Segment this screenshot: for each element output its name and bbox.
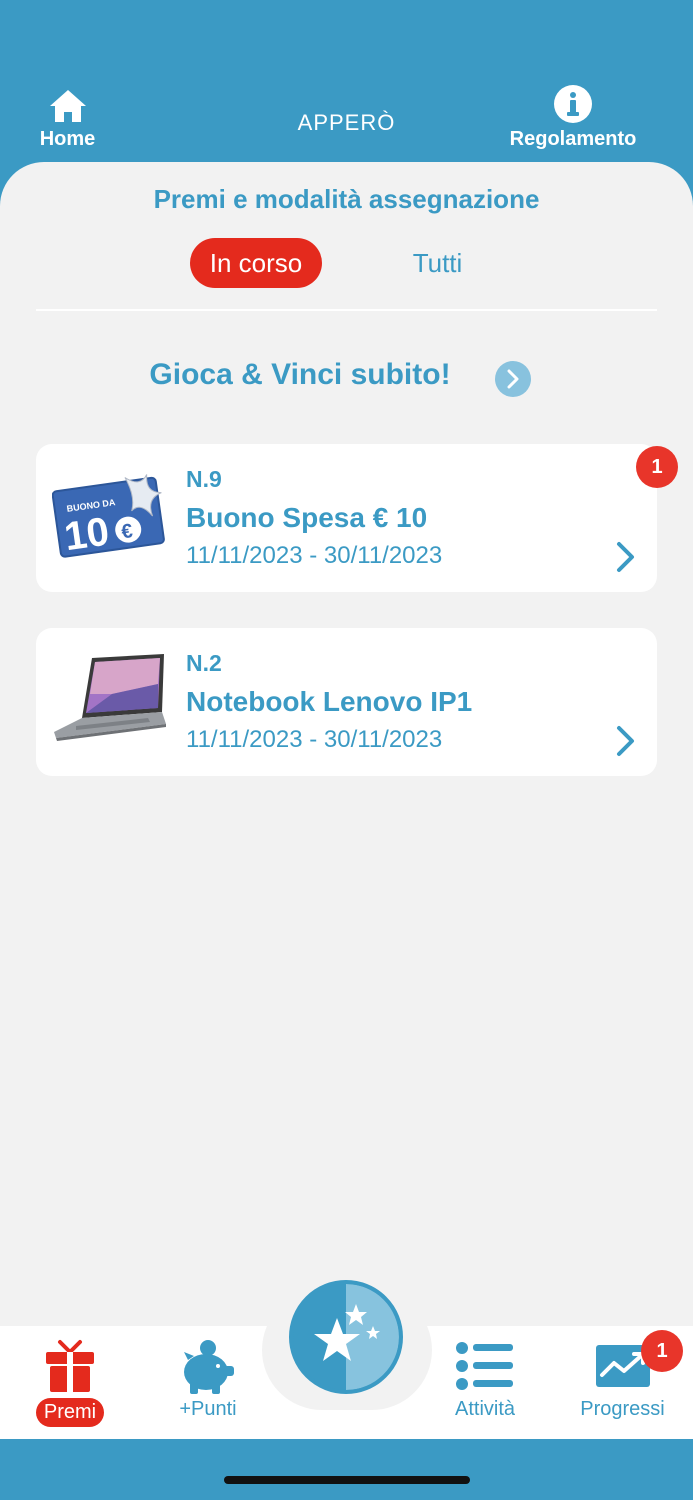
play-win-button[interactable] bbox=[495, 361, 531, 397]
gift-icon bbox=[46, 1340, 94, 1392]
info-icon bbox=[554, 85, 592, 123]
footer-bar bbox=[0, 1439, 693, 1500]
divider bbox=[36, 309, 657, 311]
notification-badge: 1 bbox=[641, 1330, 683, 1372]
home-indicator[interactable] bbox=[224, 1476, 470, 1484]
nav-progressi[interactable]: Progressi 1 bbox=[565, 1326, 683, 1439]
nav-attivita[interactable]: Attività bbox=[435, 1326, 535, 1439]
notification-badge: 1 bbox=[636, 446, 678, 488]
nav-punti-label: +Punti bbox=[179, 1398, 237, 1420]
voucher-image: BUONO DA 10 € bbox=[52, 474, 165, 560]
center-play-button[interactable] bbox=[289, 1280, 403, 1394]
nav-attivita-label: Attività bbox=[454, 1398, 516, 1420]
nav-premi-label: Premi bbox=[35, 1398, 105, 1427]
nav-premi[interactable]: Premi bbox=[20, 1326, 120, 1439]
prize-dates: 11/11/2023 - 30/11/2023 bbox=[186, 726, 443, 753]
prize-card-buono[interactable]: BUONO DA 10 € N.9 Buono Spesa € 10 11/11… bbox=[36, 444, 678, 592]
prize-title: Buono Spesa € 10 bbox=[186, 502, 428, 533]
prize-dates: 11/11/2023 - 30/11/2023 bbox=[186, 542, 443, 569]
tab-in-corso[interactable]: In corso bbox=[190, 238, 322, 288]
prize-number: N.2 bbox=[186, 650, 222, 676]
section-title: Premi e modalità assegnazione bbox=[153, 184, 540, 214]
chevron-right-icon bbox=[507, 369, 519, 389]
app-header: Home APPERÒ Regolamento bbox=[0, 0, 693, 165]
tab-tutti[interactable]: Tutti bbox=[380, 238, 495, 288]
prize-title: Notebook Lenovo IP1 bbox=[186, 686, 473, 717]
filter-tabs: In corso Tutti bbox=[0, 238, 693, 288]
laptop-image bbox=[54, 654, 166, 741]
prizes-panel: Premi e modalità assegnazione In corso T… bbox=[0, 162, 693, 1326]
stars-icon bbox=[314, 1284, 399, 1390]
play-win-label[interactable]: Gioca & Vinci subito! bbox=[110, 358, 490, 392]
rules-button[interactable]: Regolamento bbox=[498, 84, 648, 151]
prize-number: N.9 bbox=[186, 466, 222, 492]
nav-punti[interactable]: +Punti bbox=[158, 1326, 258, 1439]
chevron-right-icon[interactable] bbox=[614, 724, 638, 758]
list-icon bbox=[456, 1342, 513, 1390]
piggy-bank-icon bbox=[184, 1340, 234, 1394]
play-win-row[interactable]: Gioca & Vinci subito! bbox=[0, 358, 693, 398]
svg-text:10: 10 bbox=[62, 510, 112, 560]
nav-progressi-label: Progressi bbox=[580, 1398, 665, 1420]
chevron-right-icon[interactable] bbox=[614, 540, 638, 574]
rules-label: Regolamento bbox=[509, 128, 637, 150]
prize-card-notebook[interactable]: N.2 Notebook Lenovo IP1 11/11/2023 - 30/… bbox=[36, 628, 657, 776]
